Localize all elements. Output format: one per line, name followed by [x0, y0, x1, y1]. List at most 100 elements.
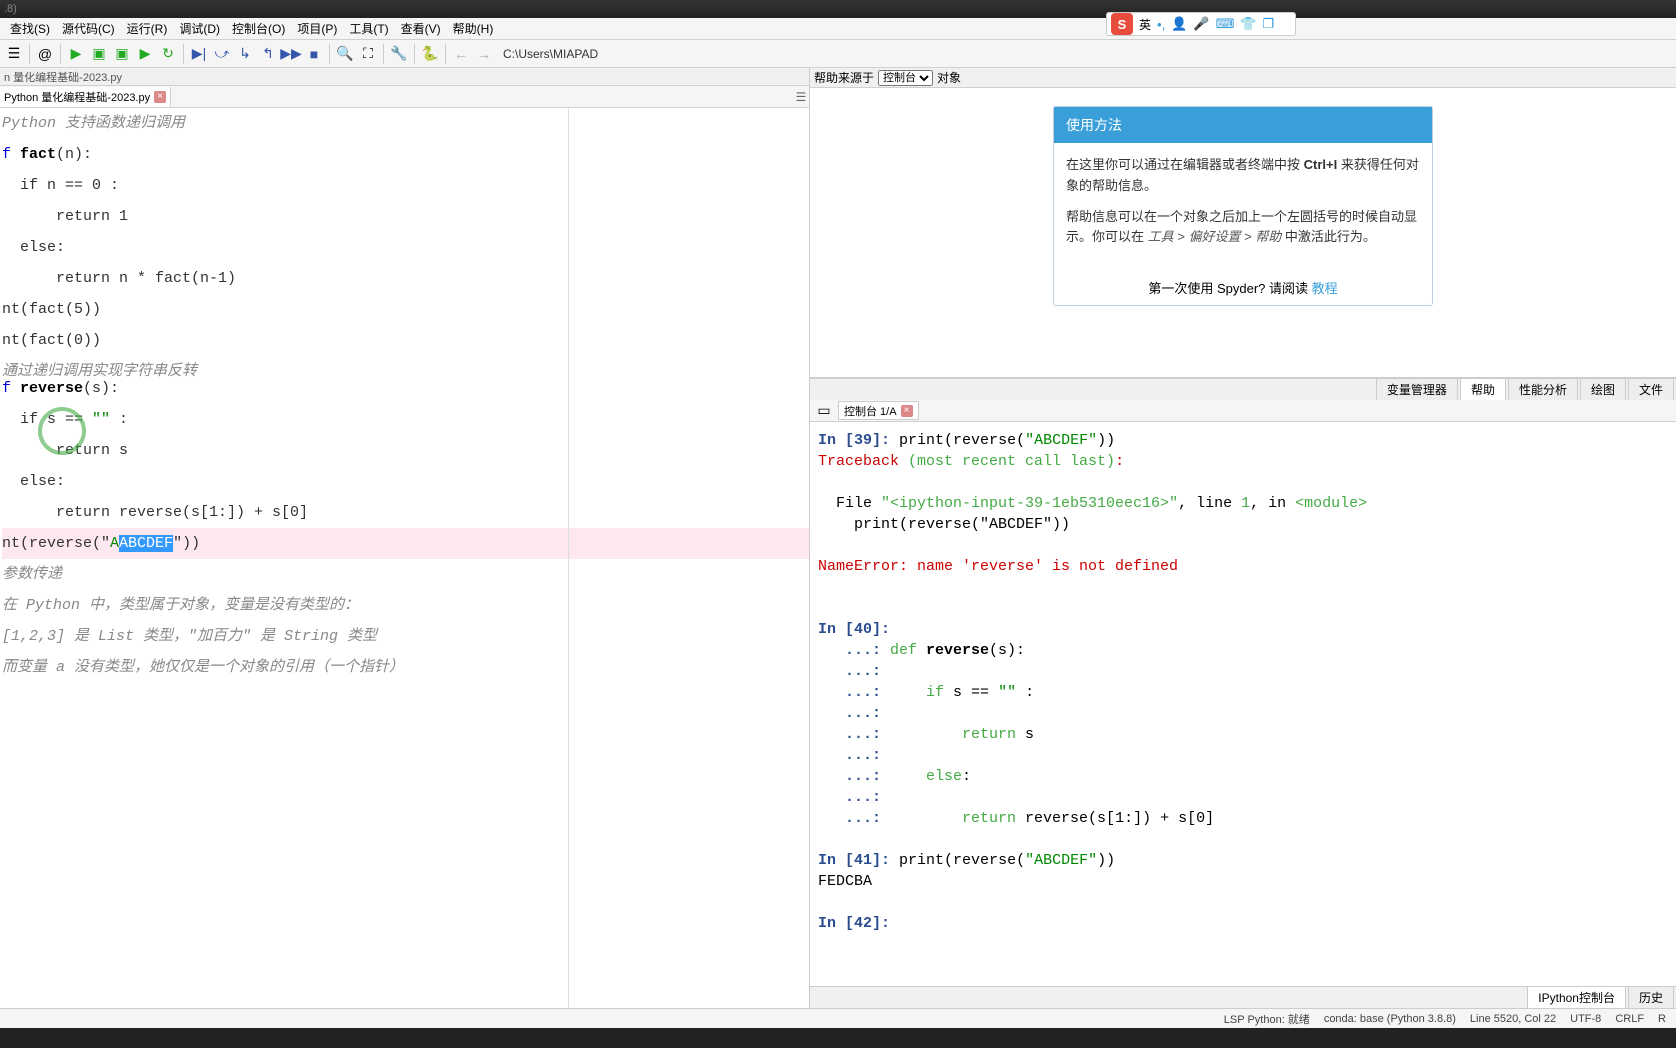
rerun-icon[interactable]: ↻ — [158, 44, 178, 64]
python-icon[interactable]: 🐍 — [420, 44, 440, 64]
tab-help[interactable]: 帮助 — [1460, 378, 1506, 400]
fold-ruler — [568, 108, 569, 1008]
tab-history[interactable]: 历史 — [1628, 986, 1674, 1008]
help-panel: 使用方法 在这里你可以通过在编辑器或者终端中按 Ctrl+I 来获得任何对象的帮… — [810, 88, 1676, 378]
code-line: return n * fact(n-1) — [2, 263, 809, 294]
step-over-icon[interactable]: ⤻ — [212, 44, 232, 64]
outline-icon[interactable]: ☰ — [4, 44, 24, 64]
console-menu-icon[interactable]: ▭ — [814, 401, 834, 421]
menu-source[interactable]: 源代码(C) — [56, 18, 121, 39]
tab-plots[interactable]: 绘图 — [1580, 378, 1626, 400]
ime-toolbar[interactable]: S 英 •, 👤 🎤 ⌨ 👕 ❐ — [1106, 12, 1296, 36]
tab-ipython-console[interactable]: IPython控制台 — [1527, 986, 1626, 1008]
help-object-label: 对象 — [937, 69, 961, 86]
ime-separator-icon: •, — [1157, 17, 1165, 32]
code-line: Python 支持函数递归调用 — [2, 108, 809, 139]
split-panel-icon[interactable]: ☰ — [793, 90, 809, 104]
ime-skin-icon[interactable]: 👕 — [1240, 16, 1256, 32]
help-card-title: 使用方法 — [1054, 107, 1432, 143]
forward-icon[interactable]: → — [474, 44, 494, 64]
code-line: [1,2,3] 是 List 类型，"加百力" 是 String 类型 — [2, 621, 809, 652]
right-pane: 帮助来源于 控制台 对象 使用方法 在这里你可以通过在编辑器或者终端中按 Ctr… — [810, 68, 1676, 1008]
editor-tab-label: Python 量化编程基础-2023.py — [4, 89, 150, 105]
continue-icon[interactable]: ▶▶ — [281, 44, 301, 64]
code-line: nt(fact(0)) — [2, 325, 809, 356]
ime-keyboard-icon[interactable]: ⌨ — [1216, 16, 1235, 32]
code-line: if s == "" : — [2, 404, 809, 435]
ime-mic-icon[interactable]: 🎤 — [1193, 16, 1209, 32]
console-tabs: ▭ 控制台 1/A × — [810, 400, 1676, 422]
statusbar: LSP Python: 就绪 conda: base (Python 3.8.8… — [0, 1008, 1676, 1028]
ime-lang[interactable]: 英 — [1139, 16, 1151, 33]
help-pane-tabs: 变量管理器 帮助 性能分析 绘图 文件 — [810, 378, 1676, 400]
code-line: 在 Python 中，类型属于对象，变量是没有类型的： — [2, 590, 809, 621]
status-eol: CRLF — [1615, 1013, 1644, 1025]
console-pane: ▭ 控制台 1/A × In [39]: print(reverse("ABCD… — [810, 400, 1676, 986]
run-selection-icon[interactable]: ▶ — [135, 44, 155, 64]
main-area: n 量化编程基础-2023.py Python 量化编程基础-2023.py ×… — [0, 68, 1676, 1008]
run-cell-icon[interactable]: ▣ — [89, 44, 109, 64]
step-into-icon[interactable]: ↳ — [235, 44, 255, 64]
taskbar[interactable] — [0, 1028, 1676, 1048]
title-text: .8) — [4, 3, 17, 15]
help-card: 使用方法 在这里你可以通过在编辑器或者终端中按 Ctrl+I 来获得任何对象的帮… — [1053, 106, 1433, 306]
help-source-label: 帮助来源于 — [814, 69, 874, 86]
menu-run[interactable]: 运行(R) — [121, 18, 174, 39]
fullscreen-icon[interactable]: ⛶ — [358, 44, 378, 64]
help-card-footer: 第一次使用 Spyder? 请阅读 教程 — [1054, 270, 1432, 305]
status-lsp: LSP Python: 就绪 — [1224, 1011, 1310, 1027]
menu-console[interactable]: 控制台(O) — [226, 18, 291, 39]
toolbar: ☰ @ ▶ ▣ ▣ ▶ ↻ ▶| ⤻ ↳ ↰ ▶▶ ■ 🔍 ⛶ 🔧 🐍 ← → … — [0, 40, 1676, 68]
breadcrumb-text: n 量化编程基础-2023.py — [4, 69, 122, 85]
status-line-col: Line 5520, Col 22 — [1470, 1013, 1556, 1025]
tutorial-link[interactable]: 教程 — [1312, 281, 1338, 296]
tab-var-explorer[interactable]: 变量管理器 — [1376, 378, 1458, 400]
run-icon[interactable]: ▶ — [66, 44, 86, 64]
code-line: return reverse(s[1:]) + s[0] — [2, 497, 809, 528]
code-line: return s — [2, 435, 809, 466]
console-tab[interactable]: 控制台 1/A × — [838, 401, 919, 420]
menu-view[interactable]: 查看(V) — [395, 18, 447, 39]
wrench-icon[interactable]: 🔧 — [389, 44, 409, 64]
ime-toolbox-icon[interactable]: ❐ — [1263, 16, 1275, 32]
code-line: 参数传递 — [2, 559, 809, 590]
at-icon[interactable]: @ — [35, 44, 55, 64]
menu-project[interactable]: 项目(P) — [291, 18, 343, 39]
debug-start-icon[interactable]: ▶| — [189, 44, 209, 64]
code-line: nt(reverse("AABCDEF")) — [2, 528, 809, 559]
editor-tab[interactable]: Python 量化编程基础-2023.py × — [0, 87, 171, 107]
back-icon[interactable]: ← — [451, 44, 471, 64]
help-header: 帮助来源于 控制台 对象 — [810, 68, 1676, 88]
code-line: f fact(n): — [2, 139, 809, 170]
code-line: else: — [2, 466, 809, 497]
console-bottom-tabs: IPython控制台 历史 — [810, 986, 1676, 1008]
menu-debug[interactable]: 调试(D) — [173, 18, 226, 39]
code-line: return 1 — [2, 201, 809, 232]
run-cell-advance-icon[interactable]: ▣ — [112, 44, 132, 64]
titlebar: .8) — [0, 0, 1676, 18]
code-line: 而变量 a 没有类型，她仅仅是一个对象的引用（一个指针） — [2, 652, 809, 683]
menubar: 查找(S) 源代码(C) 运行(R) 调试(D) 控制台(O) 项目(P) 工具… — [0, 18, 1676, 40]
code-line: else: — [2, 232, 809, 263]
menu-help[interactable]: 帮助(H) — [447, 18, 500, 39]
status-encoding: UTF-8 — [1570, 1013, 1601, 1025]
stop-icon[interactable]: ■ — [304, 44, 324, 64]
console-output[interactable]: In [39]: print(reverse("ABCDEF")) Traceb… — [810, 422, 1676, 986]
step-out-icon[interactable]: ↰ — [258, 44, 278, 64]
close-icon[interactable]: × — [154, 91, 166, 103]
help-source-select[interactable]: 控制台 — [878, 70, 933, 86]
tab-files[interactable]: 文件 — [1628, 378, 1674, 400]
code-editor[interactable]: Python 支持函数递归调用 f fact(n): if n == 0 : r… — [0, 108, 809, 1008]
search-icon[interactable]: 🔍 — [335, 44, 355, 64]
console-tab-label: 控制台 1/A — [844, 403, 897, 419]
menu-tools[interactable]: 工具(T) — [343, 18, 394, 39]
menu-find[interactable]: 查找(S) — [4, 18, 56, 39]
editor-tabs: Python 量化编程基础-2023.py × ☰ — [0, 86, 809, 108]
status-mode: R — [1658, 1013, 1666, 1025]
help-card-body: 在这里你可以通过在编辑器或者终端中按 Ctrl+I 来获得任何对象的帮助信息。 … — [1054, 143, 1432, 270]
code-line: nt(fact(5)) — [2, 294, 809, 325]
close-icon[interactable]: × — [901, 405, 913, 417]
sogou-icon[interactable]: S — [1111, 13, 1133, 35]
ime-user-icon[interactable]: 👤 — [1171, 16, 1187, 32]
tab-profiler[interactable]: 性能分析 — [1508, 378, 1578, 400]
